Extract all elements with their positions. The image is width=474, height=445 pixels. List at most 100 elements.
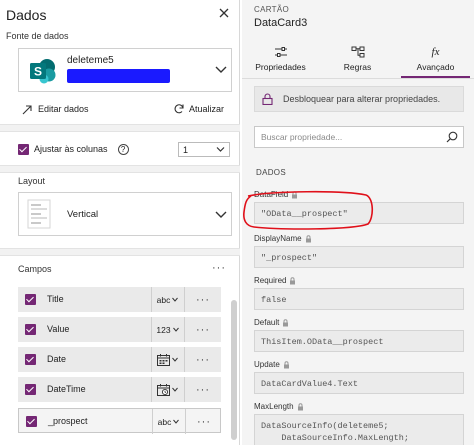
property-value-maxlength[interactable]: DataSourceInfo(deleteme5; DataSourceInfo… <box>254 414 464 445</box>
property-label: Update <box>254 360 290 369</box>
field-name: DateTime <box>47 384 86 394</box>
fit-columns-checkbox[interactable]: Ajustar às colunas ? <box>18 142 129 156</box>
fit-columns-label: Ajustar às colunas <box>34 144 108 154</box>
field-row-date[interactable]: Date ··· <box>18 347 221 372</box>
checkbox-checked-icon[interactable] <box>25 324 36 335</box>
chevron-down-icon <box>215 211 227 218</box>
tab-label: Avançado <box>416 62 455 72</box>
field-row-datetime[interactable]: DateTime ··· <box>18 377 221 402</box>
search-input[interactable] <box>261 131 431 143</box>
chevron-down-icon <box>172 387 178 392</box>
refresh-icon <box>174 104 184 114</box>
field-type-selector[interactable]: abc <box>151 287 183 312</box>
sliders-icon <box>274 47 287 57</box>
property-value-displayname[interactable]: "_prospect" <box>254 246 464 268</box>
sharepoint-icon: S <box>30 59 56 84</box>
divider <box>0 124 240 132</box>
external-link-icon <box>22 104 32 114</box>
chevron-down-icon <box>172 327 179 332</box>
help-icon[interactable]: ? <box>117 143 129 155</box>
divider <box>242 78 474 79</box>
layout-value: Vertical <box>67 209 99 220</box>
field-type-selector[interactable]: abc <box>152 409 184 434</box>
lock-icon <box>283 360 289 368</box>
calendar-clock-icon <box>157 383 170 396</box>
field-row-title[interactable]: Title abc ··· <box>18 287 221 312</box>
data-source-dropdown[interactable]: S deleteme5 <box>18 48 232 92</box>
property-label: Required <box>254 276 296 285</box>
redaction-mark <box>67 69 170 83</box>
chevron-down-icon <box>216 147 225 152</box>
field-type-selector[interactable]: 123 <box>151 317 183 342</box>
field-type-label: abc <box>157 416 172 427</box>
checkbox-checked-icon[interactable] <box>25 384 36 395</box>
card-type-label: CARTÃO <box>254 5 289 14</box>
more-options-icon[interactable]: ··· <box>185 409 222 434</box>
more-options-icon[interactable]: ··· <box>212 262 226 274</box>
field-type-label: abc <box>156 294 171 305</box>
property-label: Default <box>254 318 289 327</box>
property-label: MaxLength <box>254 402 304 411</box>
more-options-icon[interactable]: ··· <box>184 287 221 312</box>
field-name: Date <box>47 354 67 364</box>
property-name: MaxLength <box>254 402 294 411</box>
field-type-selector[interactable] <box>151 377 183 402</box>
field-type-selector[interactable] <box>151 347 183 372</box>
refresh-button[interactable]: Atualizar <box>173 102 224 116</box>
rules-icon <box>351 46 364 58</box>
unlock-text: Desbloquear para alterar propriedades. <box>283 94 441 104</box>
field-type-label: 123 <box>156 324 171 335</box>
more-options-icon[interactable]: ··· <box>184 317 221 342</box>
calendar-icon <box>157 353 170 366</box>
property-name: Required <box>254 276 287 285</box>
pane-title: Dados <box>6 7 47 23</box>
close-icon[interactable] <box>217 6 231 20</box>
section-header: DADOS <box>256 168 286 177</box>
field-name: Value <box>47 324 70 334</box>
columns-value: 1 <box>183 144 189 155</box>
property-search[interactable] <box>254 126 464 148</box>
more-options-icon[interactable]: ··· <box>184 347 221 372</box>
checkbox-checked-icon[interactable] <box>25 354 36 365</box>
chevron-down-icon <box>215 66 227 73</box>
fx-icon: fx <box>431 46 440 58</box>
fields-label: Campos <box>18 264 52 274</box>
layout-label: Layout <box>18 176 46 186</box>
lock-icon <box>283 318 289 326</box>
lock-icon <box>290 276 296 284</box>
columns-dropdown[interactable]: 1 <box>178 142 230 157</box>
layout-dropdown[interactable]: Vertical <box>18 192 232 236</box>
checkbox-checked-icon[interactable] <box>18 143 29 155</box>
divider <box>0 165 240 173</box>
svg-text:S: S <box>34 65 42 79</box>
chevron-down-icon <box>172 357 178 362</box>
annotation-circle <box>243 190 374 230</box>
divider <box>0 248 240 256</box>
field-row-value[interactable]: Value 123 ··· <box>18 317 221 342</box>
property-name: Default <box>254 318 280 327</box>
data-source-label: Fonte de dados <box>6 31 69 41</box>
lock-icon <box>305 234 311 242</box>
unlock-button[interactable]: Desbloquear para alterar propriedades. <box>254 86 464 112</box>
chevron-down-icon <box>173 419 180 424</box>
field-row-prospect[interactable]: _prospect abc ··· <box>18 408 222 434</box>
checkbox-checked-icon[interactable] <box>26 416 37 427</box>
property-name: DisplayName <box>254 234 302 243</box>
property-name: Update <box>254 360 280 369</box>
edit-data-label: Editar dados <box>38 104 89 114</box>
scrollbar-thumb[interactable] <box>231 300 237 440</box>
search-icon[interactable] <box>446 131 458 143</box>
property-value-required[interactable]: false <box>254 288 464 310</box>
vertical-layout-icon <box>27 199 51 229</box>
tab-label: Propriedades <box>255 62 306 72</box>
edit-data-button[interactable]: Editar dados <box>22 102 89 116</box>
tab-properties[interactable]: Propriedades <box>242 42 319 78</box>
tab-advanced[interactable]: fx Avançado <box>397 42 474 78</box>
property-value-default[interactable]: ThisItem.OData__prospect <box>254 330 464 352</box>
checkbox-checked-icon[interactable] <box>25 294 36 305</box>
more-options-icon[interactable]: ··· <box>184 377 221 402</box>
field-name: _prospect <box>48 416 88 426</box>
tab-rules[interactable]: Regras <box>319 42 396 78</box>
field-name: Title <box>47 294 64 304</box>
property-value-update[interactable]: DataCardValue4.Text <box>254 372 464 394</box>
